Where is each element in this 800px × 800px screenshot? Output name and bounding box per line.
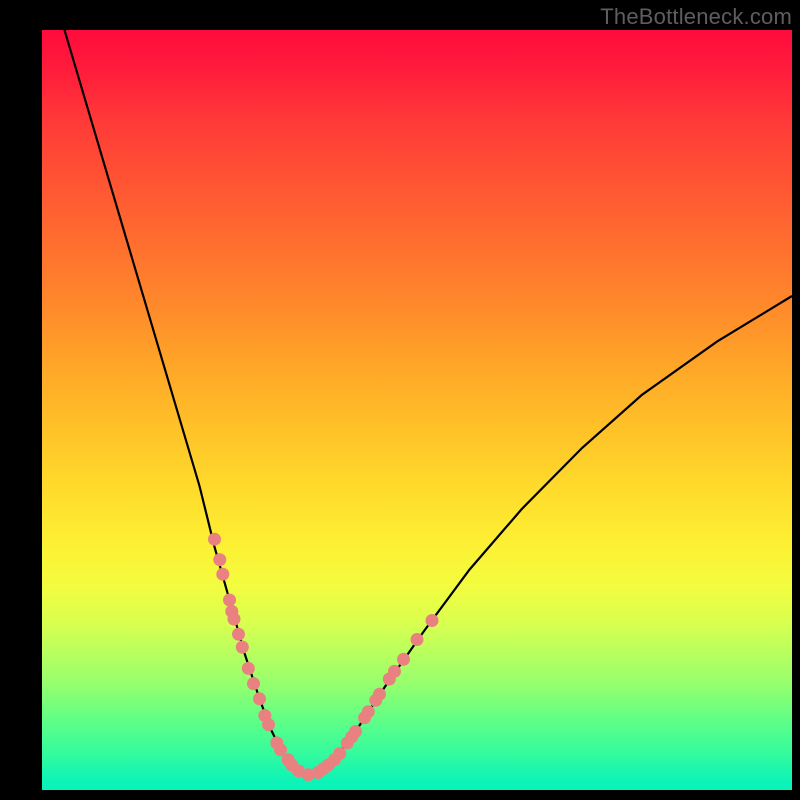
marker-dot — [247, 677, 260, 690]
marker-dot — [228, 613, 241, 626]
marker-dot — [349, 725, 362, 738]
curve-layer — [42, 30, 792, 790]
marker-dot — [426, 614, 439, 627]
marker-dot — [253, 692, 266, 705]
chart-frame: TheBottleneck.com — [0, 0, 800, 800]
plot-area — [42, 30, 792, 790]
marker-dot — [411, 633, 424, 646]
marker-dot — [216, 568, 229, 581]
marker-dots — [208, 533, 439, 782]
marker-dot — [262, 718, 275, 731]
marker-dot — [373, 688, 386, 701]
marker-dot — [236, 641, 249, 654]
marker-dot — [223, 594, 236, 607]
marker-dot — [208, 533, 221, 546]
marker-dot — [242, 662, 255, 675]
marker-dot — [333, 747, 346, 760]
bottleneck-curve — [42, 0, 792, 775]
watermark-text: TheBottleneck.com — [600, 4, 792, 30]
marker-dot — [397, 653, 410, 666]
marker-dot — [362, 705, 375, 718]
marker-dot — [213, 553, 226, 566]
marker-dot — [232, 628, 245, 641]
marker-dot — [388, 665, 401, 678]
